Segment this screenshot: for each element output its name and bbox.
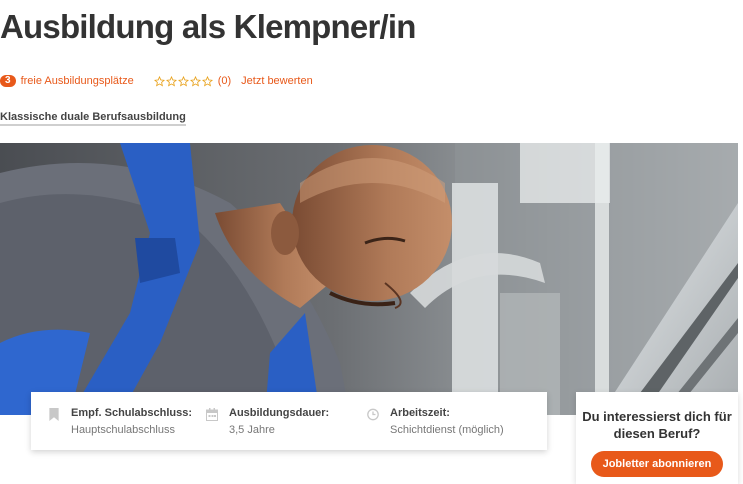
open-positions-count-badge: 3 (0, 75, 16, 87)
star-icon[interactable] (201, 75, 213, 87)
info-item-school: Empf. Schulabschluss: Hauptschulabschlus… (31, 392, 203, 450)
photo-plumber-illustration (0, 143, 738, 415)
star-icon[interactable] (177, 75, 189, 87)
info-value: 3,5 Jahre (229, 424, 275, 436)
subscribe-cta-box: Du interessierst dich für diesen Beruf? … (576, 392, 738, 484)
bookmark-icon (49, 408, 59, 421)
info-box: Empf. Schulabschluss: Hauptschulabschlus… (31, 392, 547, 450)
calendar-icon (206, 408, 218, 421)
rating-count: (0) (217, 75, 232, 87)
info-value: Hauptschulabschluss (71, 424, 175, 436)
training-type-subtitle: Klassische duale Berufsausbildung (0, 111, 186, 126)
info-label: Ausbildungsdauer: (229, 407, 330, 419)
page-title: Ausbildung als Klempner/in (0, 8, 416, 45)
cta-question: Du interessierst dich für diesen Beruf? (582, 409, 732, 441)
star-icon[interactable] (189, 75, 201, 87)
subscribe-jobletter-button[interactable]: Jobletter abonnieren (590, 451, 724, 477)
info-item-duration: Ausbildungsdauer: 3,5 Jahre (203, 392, 375, 450)
info-label: Arbeitszeit: (390, 407, 450, 419)
rate-now-link[interactable]: Jetzt bewerten (241, 75, 313, 87)
star-icon[interactable] (153, 75, 165, 87)
open-positions-link[interactable]: freie Ausbildungsplätze (21, 75, 134, 87)
clock-icon (367, 408, 379, 421)
info-label: Empf. Schulabschluss: (71, 407, 193, 419)
hero-image-plumber (0, 143, 738, 415)
info-item-working-hours: Arbeitszeit: Schichtdienst (möglich) (367, 392, 547, 450)
star-icon[interactable] (165, 75, 177, 87)
info-value: Schichtdienst (möglich) (390, 424, 504, 436)
rating-stars[interactable]: (0) (153, 75, 232, 87)
meta-row: 3 freie Ausbildungsplätze (0) Jetzt bewe… (0, 72, 313, 90)
